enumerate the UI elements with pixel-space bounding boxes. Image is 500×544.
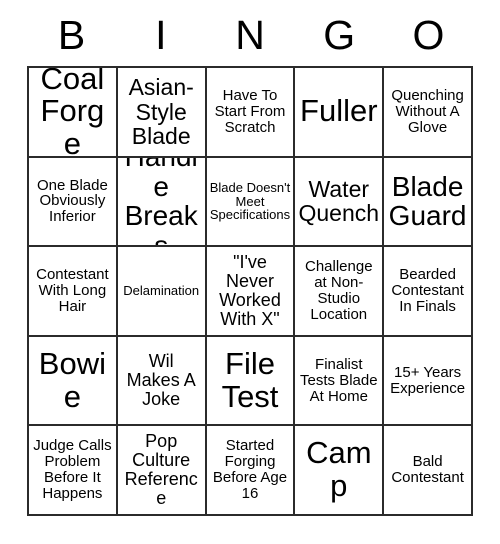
- bingo-square-r4c4[interactable]: Finalist Tests Blade At Home: [295, 336, 385, 427]
- bingo-square-label: Delamination: [123, 283, 200, 299]
- bingo-square-r1c1[interactable]: Coal Forge: [29, 68, 118, 158]
- bingo-square-r3c2[interactable]: Delamination: [117, 247, 207, 337]
- bingo-square-label: Handle Breaks: [124, 158, 198, 248]
- bingo-square-label: Camp: [306, 435, 372, 504]
- bingo-card: B I N G O Coal Forge Asian-Style Blade Hav…: [0, 0, 500, 544]
- bingo-square-r4c5[interactable]: 15+ Years Experience: [384, 336, 473, 427]
- bingo-square-label: Blade Guard: [388, 170, 467, 232]
- bingo-square-label: Blade Doesn't Meet Specifications: [209, 179, 291, 223]
- header-letter-n: N: [235, 11, 265, 58]
- bingo-square-label: Bearded Contestant In Finals: [391, 266, 464, 315]
- bingo-square-r2c5[interactable]: Blade Guard: [384, 157, 473, 248]
- bingo-square-label: Water Quench: [298, 176, 380, 227]
- bingo-square-label: Bowie: [38, 345, 106, 414]
- header-letter-i: I: [155, 11, 167, 58]
- bingo-square-r1c5[interactable]: Quenching Without A Glove: [384, 68, 473, 158]
- bingo-square-r3c3[interactable]: "I've Never Worked With X": [206, 247, 296, 337]
- bingo-square-r5c2[interactable]: Pop Culture Reference: [117, 426, 207, 516]
- bingo-square-r5c1[interactable]: Judge Calls Problem Before It Happens: [29, 426, 118, 516]
- bingo-square-label: One Blade Obviously Inferior: [36, 176, 108, 226]
- bingo-square-label: Judge Calls Problem Before It Happens: [33, 437, 112, 503]
- bingo-square-r4c3[interactable]: File Test: [206, 336, 296, 427]
- bingo-square-label: Challenge at Non-Studio Location: [305, 258, 373, 323]
- bingo-square-label: Contestant With Long Hair: [36, 266, 109, 315]
- bingo-square-r4c1[interactable]: Bowie: [29, 336, 118, 427]
- bingo-grid: Coal Forge Asian-Style Blade Have To Start…: [27, 66, 473, 516]
- bingo-square-label: Started Forging Before Age 16: [212, 437, 288, 503]
- bingo-square-label: Asian-Style Blade: [128, 74, 194, 149]
- bingo-square-r2c4[interactable]: Water Quench: [295, 157, 385, 248]
- bingo-square-r3c5[interactable]: Bearded Contestant In Finals: [384, 247, 473, 337]
- bingo-square-r1c4[interactable]: Fuller: [295, 68, 385, 158]
- bingo-square-label: Finalist Tests Blade At Home: [300, 355, 378, 405]
- bingo-square-label: File Test: [221, 345, 279, 414]
- bingo-square-label: Have To Start From Scratch: [214, 86, 286, 136]
- bingo-square-r2c3[interactable]: Blade Doesn't Meet Specifications: [206, 157, 296, 248]
- bingo-square-label: Bald Contestant: [391, 453, 464, 487]
- bingo-square-r4c2[interactable]: Wil Makes A Joke: [117, 336, 207, 427]
- bingo-square-label: Wil Makes A Joke: [126, 350, 196, 410]
- bingo-square-r5c4[interactable]: Camp: [295, 426, 385, 516]
- bingo-header: B I N G O: [27, 8, 473, 62]
- bingo-square-label: Pop Culture Reference: [124, 431, 198, 509]
- bingo-square-r3c4[interactable]: Challenge at Non-Studio Location: [295, 247, 385, 337]
- bingo-square-label: Quenching Without A Glove: [391, 86, 464, 136]
- bingo-square-label: "I've Never Worked With X": [219, 251, 281, 330]
- bingo-square-r3c1[interactable]: Contestant With Long Hair: [29, 247, 118, 337]
- bingo-square-r5c3[interactable]: Started Forging Before Age 16: [206, 426, 296, 516]
- bingo-square-r2c2[interactable]: Handle Breaks: [117, 157, 207, 248]
- bingo-square-r1c3[interactable]: Have To Start From Scratch: [206, 68, 296, 158]
- header-letter-g: G: [323, 11, 356, 58]
- bingo-square-label: Fuller: [300, 93, 378, 129]
- header-letter-o: O: [412, 11, 445, 58]
- bingo-square-label: Coal Forge: [40, 68, 105, 158]
- header-letter-b: B: [57, 11, 86, 58]
- bingo-square-r5c5[interactable]: Bald Contestant: [384, 426, 473, 516]
- bingo-square-label: 15+ Years Experience: [390, 363, 466, 397]
- bingo-square-r1c2[interactable]: Asian-Style Blade: [117, 68, 207, 158]
- bingo-square-r2c1[interactable]: One Blade Obviously Inferior: [29, 157, 118, 248]
